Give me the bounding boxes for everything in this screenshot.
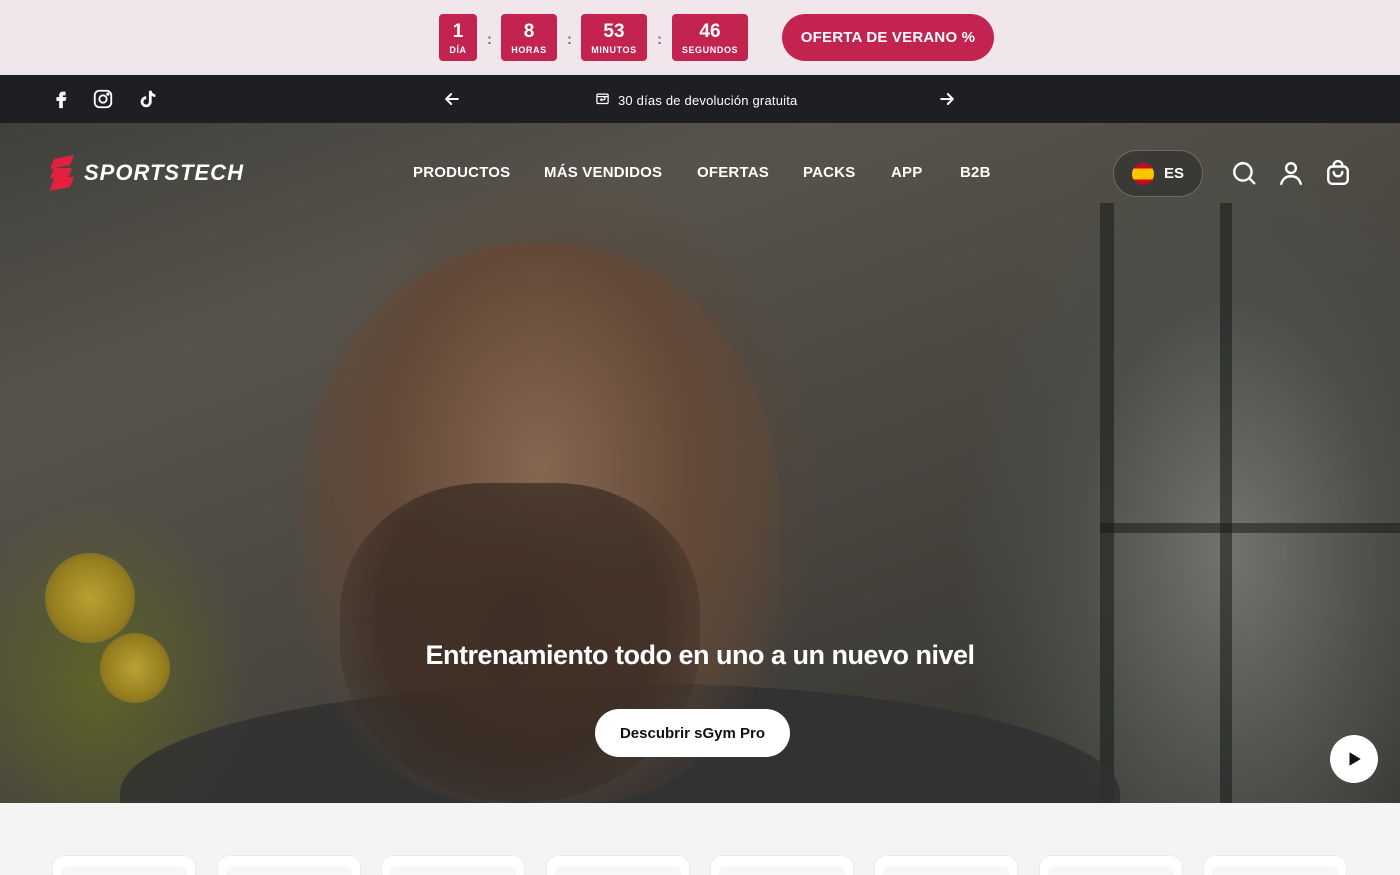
nav-item-ofertas[interactable]: OFERTAS [697, 164, 769, 181]
product-image [390, 866, 516, 875]
announcement-bar: 30 días de devolución gratuita [0, 75, 1400, 123]
nav-item-b2b[interactable]: B2B [960, 164, 991, 181]
cart-icon[interactable] [1325, 159, 1351, 186]
product-card[interactable] [217, 855, 361, 875]
return-box-icon [595, 91, 610, 109]
product-image [1048, 866, 1174, 875]
product-image [226, 866, 352, 875]
tiktok-icon[interactable] [137, 88, 159, 110]
sportstech-logo-mark [50, 155, 74, 191]
countdown-days-value: 1 [452, 21, 464, 42]
product-image [883, 866, 1009, 875]
nav-item-productos[interactable]: PRODUCTOS [413, 164, 510, 181]
search-icon[interactable] [1231, 160, 1257, 186]
product-card[interactable] [381, 855, 525, 875]
sportstech-logo[interactable]: SPORTSTECH [48, 155, 244, 191]
announcement-text: 30 días de devolución gratuita [618, 92, 798, 108]
countdown-seconds-label: SEGUNDOS [681, 45, 739, 55]
countdown-seconds-value: 46 [699, 21, 721, 42]
product-image [719, 866, 845, 875]
account-icon[interactable] [1278, 160, 1304, 186]
product-image [1212, 866, 1338, 875]
product-card[interactable] [710, 855, 854, 875]
nav-item-packs[interactable]: PACKS [803, 164, 855, 181]
product-card[interactable] [1203, 855, 1347, 875]
brand-name: SPORTSTECH [84, 160, 244, 185]
next-arrow-icon[interactable] [937, 89, 957, 109]
play-video-button[interactable] [1330, 735, 1378, 783]
spain-flag-icon [1131, 162, 1154, 185]
product-strip [0, 803, 1400, 875]
countdown-days: 1 DÍA [439, 14, 477, 61]
product-image [555, 866, 681, 875]
countdown-hours: 8 HORAS [501, 14, 557, 61]
instagram-icon[interactable] [92, 88, 114, 110]
countdown-minutes-value: 53 [603, 21, 625, 42]
play-icon [1349, 752, 1361, 766]
nav-item-app[interactable]: APP [891, 164, 922, 181]
countdown-hours-value: 8 [523, 21, 535, 42]
countdown-separator: : [567, 31, 572, 48]
countdown-separator: : [487, 31, 492, 48]
hero-section: SPORTSTECH PRODUCTOS MÁS VENDIDOS OFERTA… [0, 123, 1400, 803]
summer-offer-button[interactable]: OFERTA DE VERANO % [782, 14, 994, 61]
product-card[interactable] [52, 855, 196, 875]
product-image [61, 866, 187, 875]
countdown-minutes: 53 MINUTOS [581, 14, 647, 61]
previous-arrow-icon[interactable] [442, 89, 462, 109]
countdown-days-label: DÍA [449, 45, 467, 55]
countdown-separator: : [657, 31, 662, 48]
countdown-bar: 1 DÍA : 8 HORAS : 53 MINUTOS : 46 SEGUND… [0, 0, 1400, 75]
countdown-seconds: 46 SEGUNDOS [672, 14, 748, 61]
product-card[interactable] [546, 855, 690, 875]
product-card[interactable] [874, 855, 1018, 875]
language-selector[interactable]: ES [1113, 150, 1203, 197]
hero-overlay [0, 123, 1400, 803]
nav-item-mas-vendidos[interactable]: MÁS VENDIDOS [544, 164, 662, 181]
facebook-icon[interactable] [50, 88, 72, 110]
hero-title: Entrenamiento todo en uno a un nuevo niv… [425, 640, 975, 670]
discover-sgym-pro-button[interactable]: Descubrir sGym Pro [595, 709, 790, 757]
countdown-minutes-label: MINUTOS [591, 45, 637, 55]
language-code: ES [1163, 165, 1184, 182]
countdown-hours-label: HORAS [511, 45, 547, 55]
announcement-message: 30 días de devolución gratuita [595, 90, 797, 110]
product-card[interactable] [1039, 855, 1183, 875]
